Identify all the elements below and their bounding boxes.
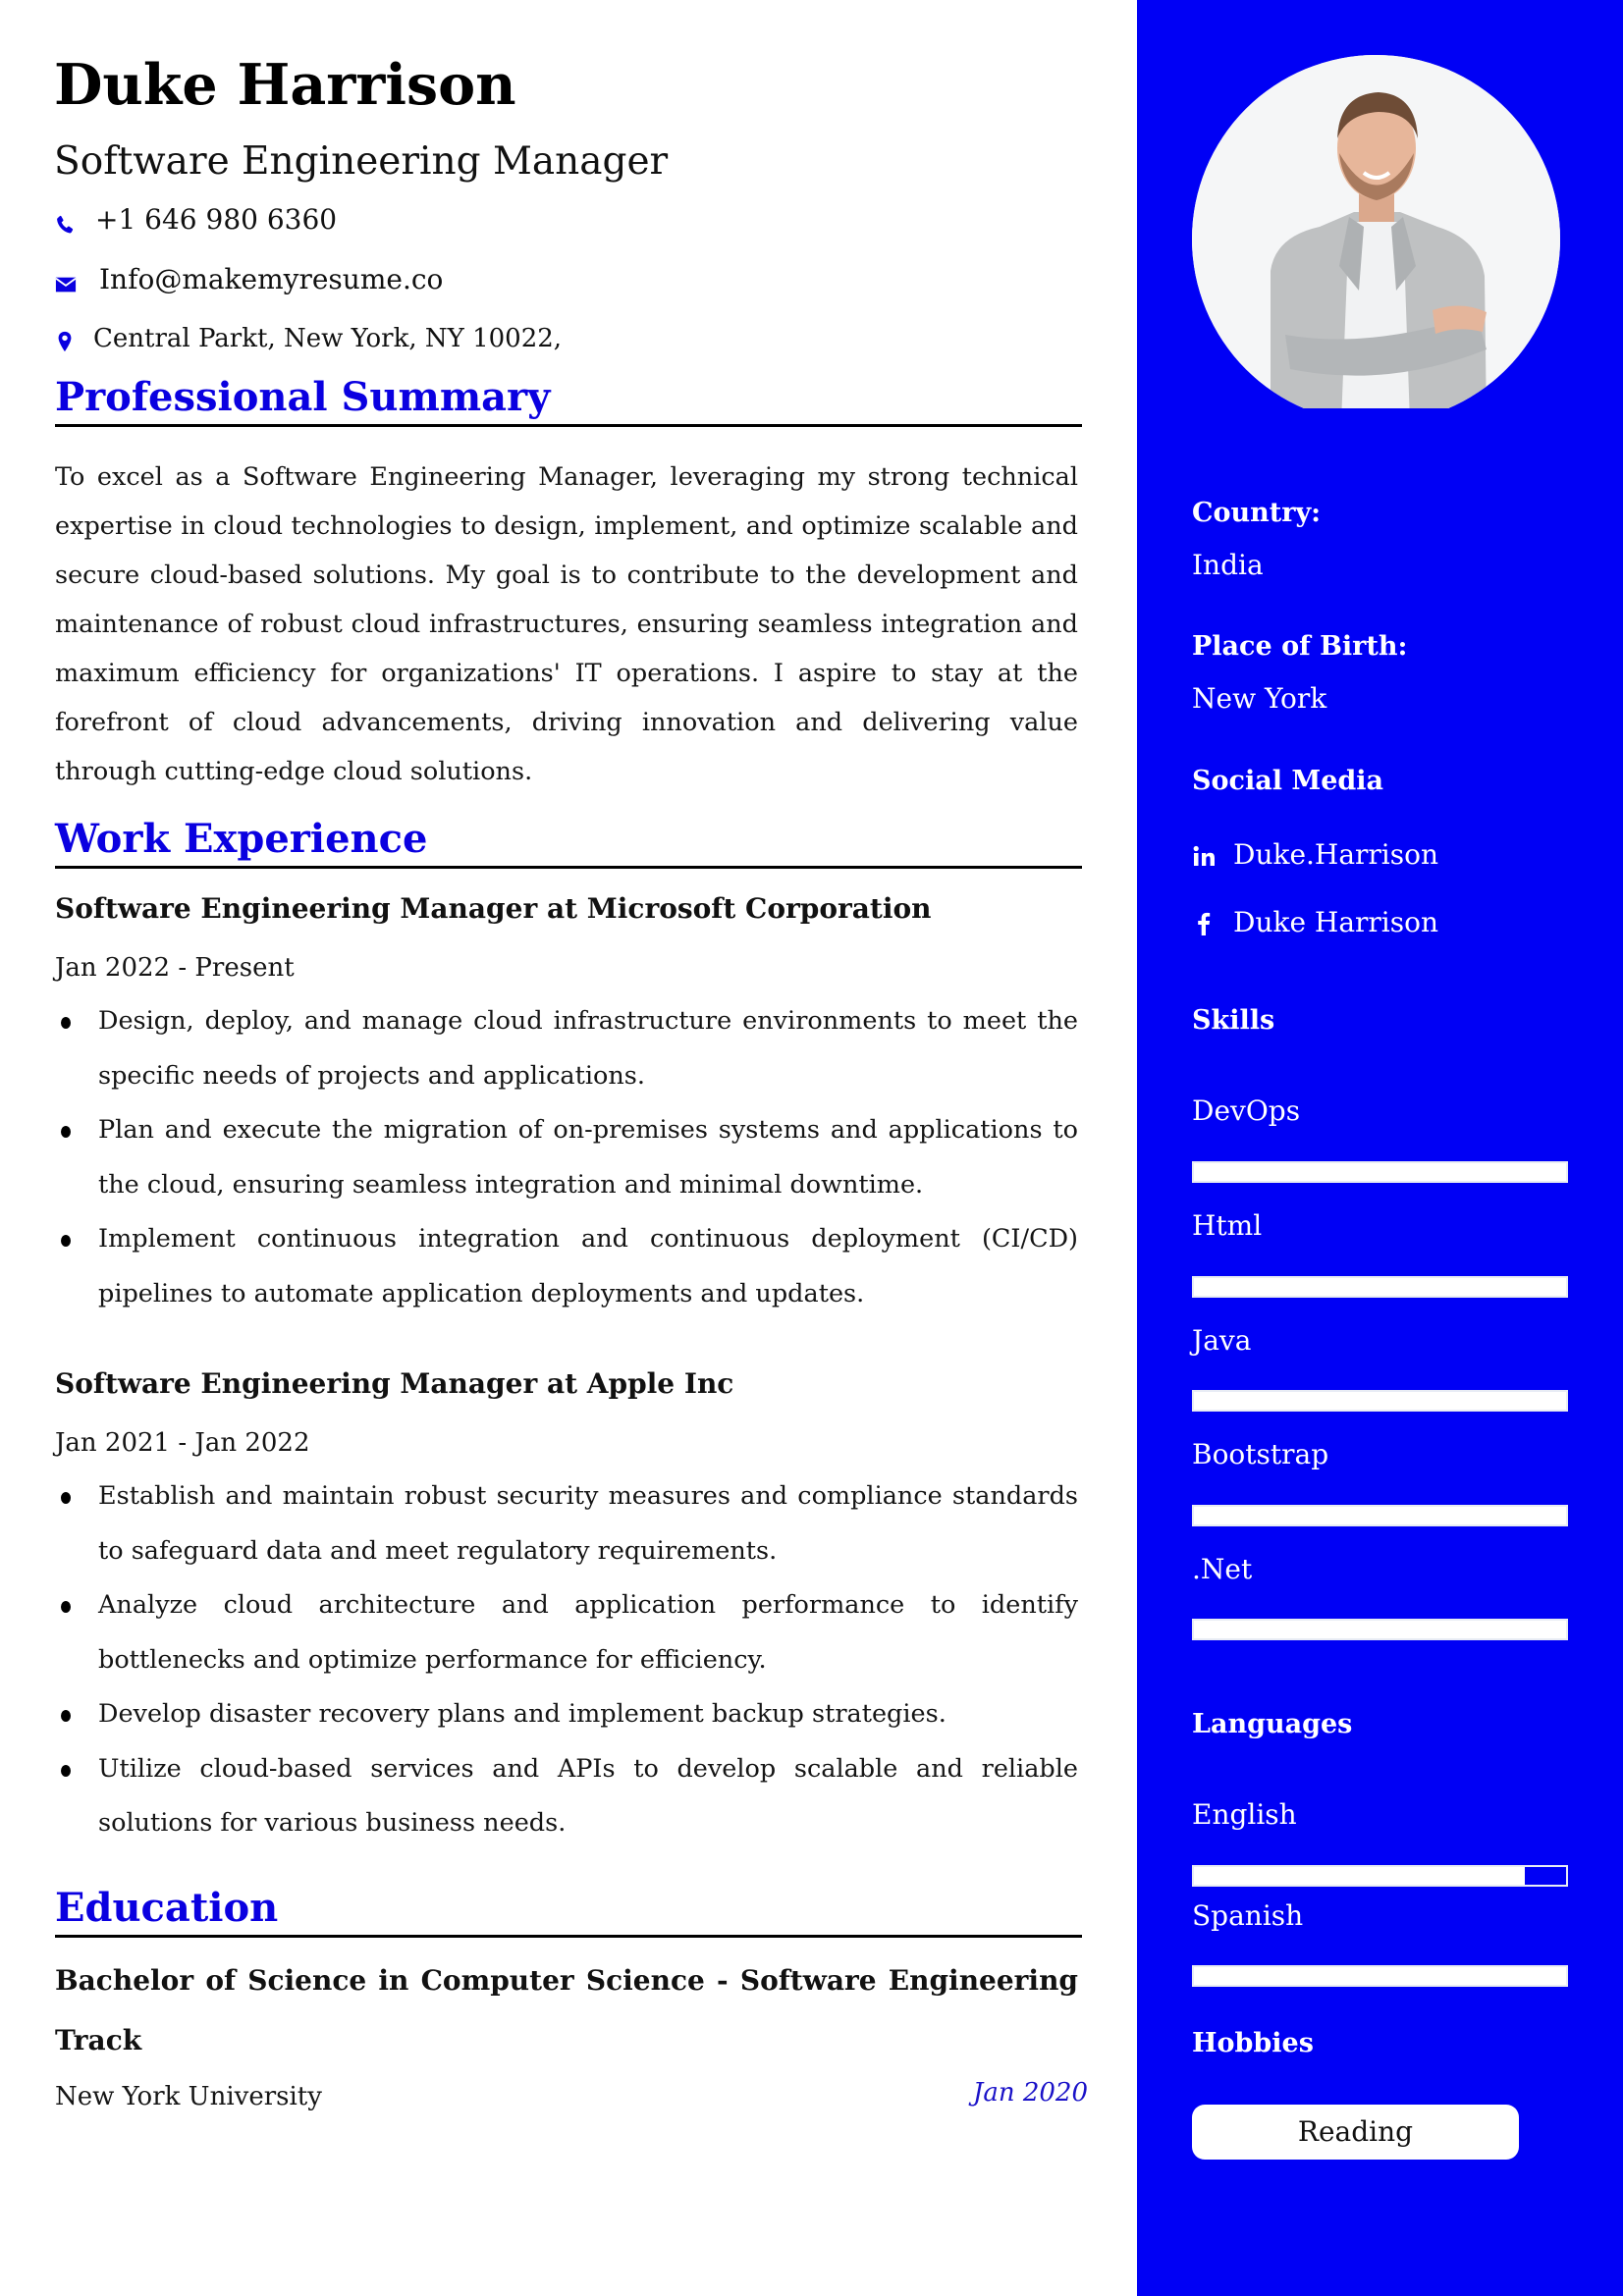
skill-bar-fill — [1194, 1392, 1566, 1410]
bullet-text: Implement continuous integration and con… — [98, 1224, 1078, 1308]
language-bar — [1192, 1865, 1568, 1887]
social-facebook[interactable]: Duke Harrison — [1192, 905, 1438, 940]
bullet-dot-icon — [61, 1235, 71, 1247]
language-bar-fill — [1194, 1867, 1526, 1885]
bullet-text: Analyze cloud architecture and applicati… — [98, 1590, 1078, 1675]
bullet-text: Design, deploy, and manage cloud infrast… — [98, 1006, 1078, 1091]
sidebar: Country: India Place of Birth: New York … — [1137, 0, 1623, 2296]
job-bullet: Design, deploy, and manage cloud infrast… — [55, 994, 1078, 1103]
facebook-handle[interactable]: Duke Harrison — [1233, 905, 1438, 940]
skill-bar — [1192, 1276, 1568, 1298]
job-bullets: Design, deploy, and manage cloud infrast… — [55, 994, 1078, 1321]
country-value: India — [1192, 549, 1264, 581]
skill-name: Java — [1192, 1324, 1252, 1357]
languages-heading: Languages — [1192, 1709, 1353, 1739]
skill-bar — [1192, 1161, 1568, 1183]
hobbies-heading: Hobbies — [1192, 2028, 1314, 2058]
language-name: Spanish — [1192, 1899, 1304, 1932]
job-dates: Jan 2022 - Present — [55, 953, 295, 983]
map-pin-icon — [54, 328, 76, 352]
language-name: English — [1192, 1798, 1297, 1831]
job-bullet: Establish and maintain robust security m… — [55, 1469, 1078, 1578]
bullet-dot-icon — [61, 1126, 71, 1138]
job-bullet: Implement continuous integration and con… — [55, 1212, 1078, 1321]
job-bullets: Establish and maintain robust security m… — [55, 1469, 1078, 1851]
education-degree: Bachelor of Science in Computer Science … — [55, 1964, 1078, 2056]
bullet-dot-icon — [61, 1492, 71, 1504]
envelope-icon — [54, 269, 77, 293]
candidate-name: Duke Harrison — [54, 52, 516, 118]
section-heading-summary: Professional Summary — [55, 373, 1082, 427]
email-text[interactable]: Info@makemyresume.co — [99, 262, 443, 297]
skills-heading: Skills — [1192, 1005, 1275, 1036]
job-bullet: Utilize cloud-based services and APIs to… — [55, 1742, 1078, 1851]
photo-bottom-cut — [1192, 408, 1560, 428]
skill-bar-fill — [1194, 1621, 1566, 1638]
contact-phone: +1 646 980 6360 — [54, 202, 337, 238]
contact-address: Central Parkt, New York, NY 10022, — [54, 321, 562, 356]
skill-name: Bootstrap — [1192, 1438, 1329, 1470]
skill-name: .Net — [1192, 1553, 1253, 1585]
skill-bar-fill — [1194, 1163, 1566, 1181]
address-text: Central Parkt, New York, NY 10022, — [93, 324, 563, 353]
birth-label: Place of Birth: — [1192, 631, 1408, 662]
language-bar — [1192, 1965, 1568, 1987]
education-date: Jan 2020 — [972, 2078, 1088, 2108]
social-linkedin[interactable]: Duke.Harrison — [1192, 837, 1438, 873]
phone-text[interactable]: +1 646 980 6360 — [95, 202, 337, 238]
contact-email: Info@makemyresume.co — [54, 262, 443, 297]
section-heading-education: Education — [55, 1884, 1082, 1938]
bullet-dot-icon — [61, 1601, 71, 1613]
skill-bar-fill — [1194, 1507, 1566, 1524]
skill-bar — [1192, 1505, 1568, 1526]
skill-name: Html — [1192, 1209, 1263, 1242]
language-bar-fill — [1194, 1967, 1566, 1985]
skill-bar — [1192, 1390, 1568, 1412]
job-bullet: Develop disaster recovery plans and impl… — [55, 1687, 1078, 1742]
candidate-title: Software Engineering Manager — [54, 139, 669, 184]
person-portrait-icon — [1192, 55, 1560, 423]
education-school: New York University — [55, 2082, 322, 2111]
linkedin-handle[interactable]: Duke.Harrison — [1233, 837, 1438, 873]
job-bullet: Analyze cloud architecture and applicati… — [55, 1578, 1078, 1687]
bullet-text: Plan and execute the migration of on-pre… — [98, 1115, 1078, 1200]
main-column: Duke Harrison Software Engineering Manag… — [0, 0, 1137, 2296]
bullet-dot-icon — [61, 1764, 71, 1777]
phone-icon — [54, 209, 76, 234]
bullet-dot-icon — [61, 1017, 71, 1029]
job-dates: Jan 2021 - Jan 2022 — [55, 1428, 310, 1458]
bullet-text: Utilize cloud-based services and APIs to… — [98, 1753, 1078, 1839]
profile-photo — [1192, 55, 1560, 423]
bullet-text: Develop disaster recovery plans and impl… — [98, 1699, 947, 1729]
bullet-dot-icon — [61, 1710, 71, 1722]
bullet-text: Establish and maintain robust security m… — [98, 1481, 1078, 1566]
birth-value: New York — [1192, 682, 1327, 715]
country-label: Country: — [1192, 498, 1322, 528]
summary-text: To excel as a Software Engineering Manag… — [55, 462, 1078, 786]
section-heading-work: Work Experience — [55, 815, 1082, 869]
job-title: Software Engineering Manager at Apple In… — [55, 1367, 734, 1400]
linkedin-icon — [1192, 842, 1217, 868]
job-title: Software Engineering Manager at Microsof… — [55, 892, 932, 925]
skill-bar-fill — [1194, 1278, 1566, 1296]
facebook-icon — [1192, 910, 1217, 935]
skill-name: DevOps — [1192, 1095, 1301, 1127]
skill-bar — [1192, 1619, 1568, 1640]
job-bullet: Plan and execute the migration of on-pre… — [55, 1103, 1078, 1212]
social-heading: Social Media — [1192, 766, 1384, 796]
hobby-tag: Reading — [1192, 2105, 1519, 2160]
